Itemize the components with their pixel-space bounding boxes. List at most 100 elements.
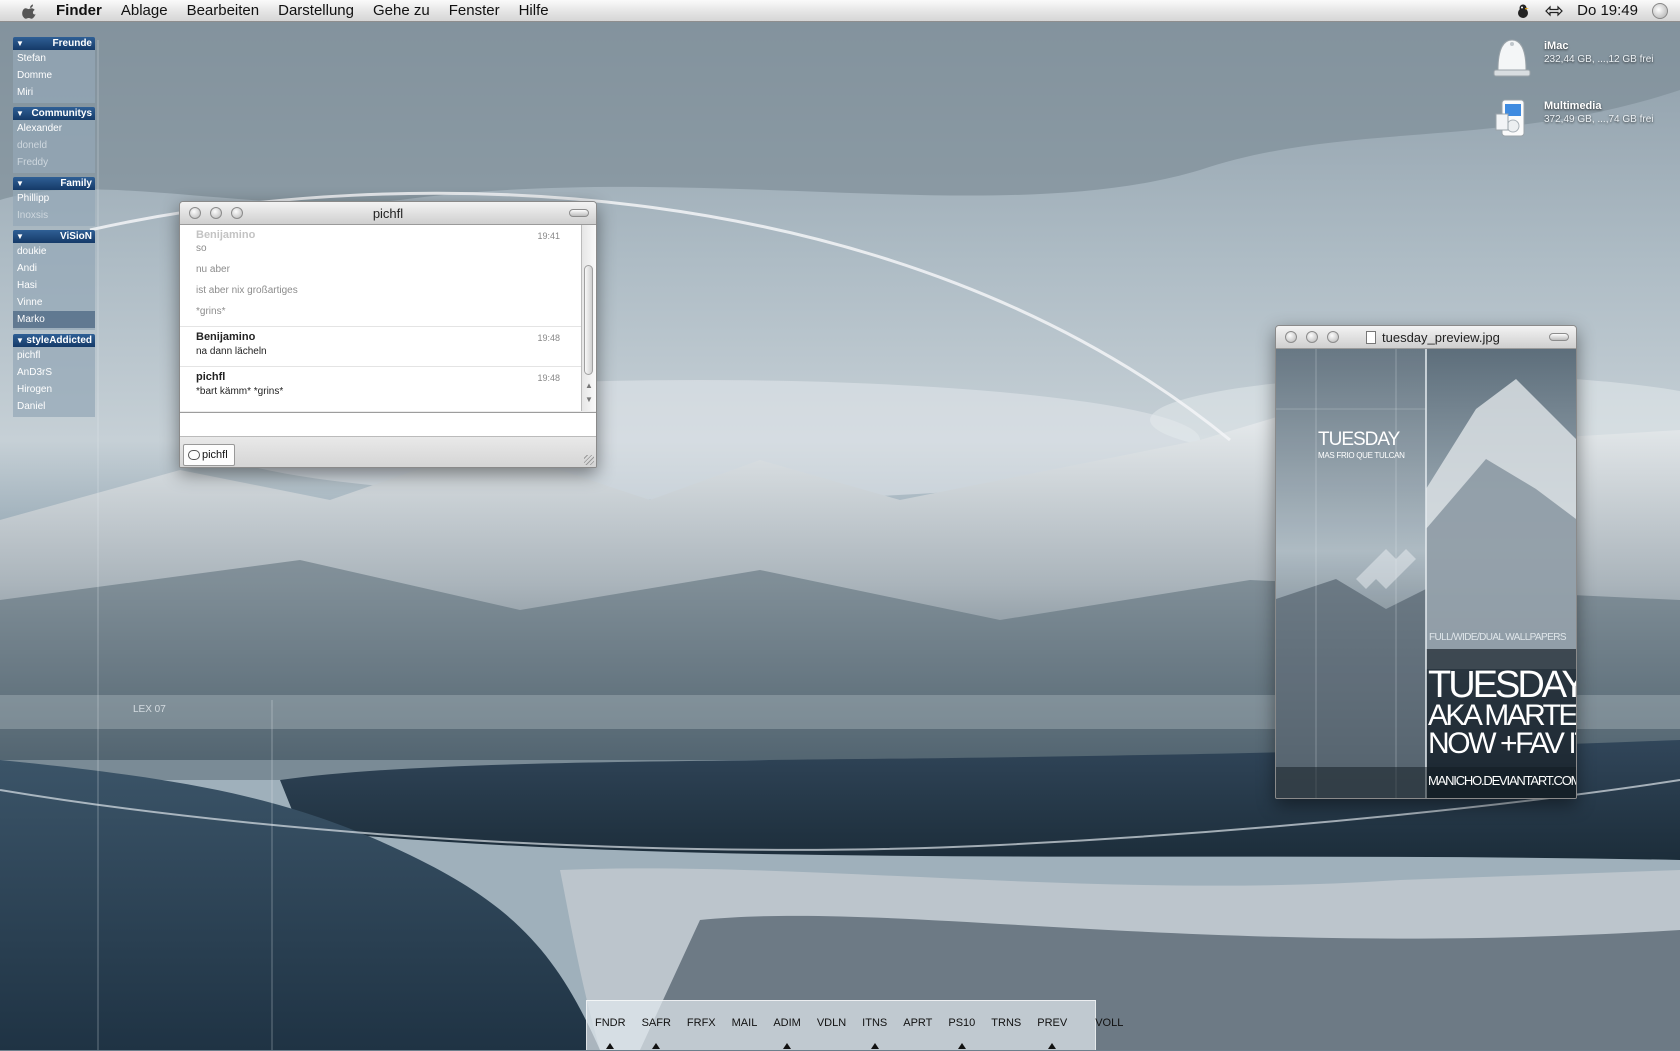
menu-gehe-zu[interactable]: Gehe zu bbox=[373, 2, 430, 19]
buddy-item[interactable]: Domme bbox=[13, 67, 95, 84]
running-indicator-icon bbox=[870, 1043, 879, 1049]
message-sender: pichfl bbox=[196, 371, 226, 383]
chat-tab-pichfl[interactable]: pichfl bbox=[183, 444, 235, 466]
message-sender: Benijamino bbox=[196, 229, 256, 241]
preview-window: tuesday_preview.jpg TUESDAY MAS FRIO QUE… bbox=[1275, 325, 1577, 799]
group-header[interactable]: ▼ styleAddicted bbox=[13, 334, 95, 347]
message-line: *grins* bbox=[196, 306, 226, 317]
chat-title: pichfl bbox=[372, 205, 404, 221]
message-block: pichfl 19:48 *bart kämm* *grins* bbox=[180, 367, 581, 406]
group-header[interactable]: ▼ ViSioN bbox=[13, 230, 95, 243]
menu-fenster[interactable]: Fenster bbox=[449, 2, 500, 19]
spotlight-icon[interactable] bbox=[1652, 2, 1668, 19]
running-indicator-icon bbox=[783, 1043, 792, 1049]
buddy-item[interactable]: Andi bbox=[13, 260, 95, 277]
buddy-item[interactable]: Hasi bbox=[13, 277, 95, 294]
dock-item-adium[interactable]: ADIM bbox=[765, 1017, 809, 1051]
dock-item-preview[interactable]: PREV bbox=[1029, 1017, 1075, 1051]
desktop-icon-multimedia[interactable]: Multimedia 372,49 GB, ...,74 GB frei bbox=[1488, 94, 1668, 144]
dock-item-finder[interactable]: FNDR bbox=[587, 1017, 634, 1051]
preview-titlebar[interactable]: tuesday_preview.jpg bbox=[1276, 326, 1576, 349]
resize-grip-icon[interactable] bbox=[584, 455, 594, 465]
preview-image[interactable]: TUESDAY MAS FRIO QUE TULCAN FULL/WIDE/DU… bbox=[1276, 349, 1576, 798]
message-input[interactable] bbox=[180, 412, 596, 437]
network-arrows-icon[interactable] bbox=[1545, 5, 1563, 17]
menu-hilfe[interactable]: Hilfe bbox=[519, 2, 549, 19]
preview-big-line-1: TUESDAY bbox=[1428, 664, 1577, 706]
buddy-item[interactable]: Stefan bbox=[13, 50, 95, 67]
zoom-button[interactable] bbox=[1327, 331, 1339, 343]
menu-bearbeiten[interactable]: Bearbeiten bbox=[187, 2, 260, 19]
dock-item-mail[interactable]: MAIL bbox=[724, 1017, 766, 1051]
buddy-item[interactable]: AnD3rS bbox=[13, 364, 95, 381]
desktop-icon-imac[interactable]: iMac 232,44 GB, ...,12 GB frei bbox=[1488, 34, 1668, 84]
toolbar-toggle-button[interactable] bbox=[569, 209, 589, 217]
desktop-icon-info: 232,44 GB, ...,12 GB frei bbox=[1544, 54, 1654, 65]
dock-item-aprt[interactable]: APRT bbox=[895, 1017, 940, 1051]
buddy-group-styleaddicted: ▼ styleAddicted pichfl AnD3rS Hirogen Dan… bbox=[13, 334, 95, 417]
message-line: *bart kämm* *grins* bbox=[196, 386, 284, 397]
dock-item-photoshop[interactable]: PS10 bbox=[940, 1017, 983, 1051]
running-indicator-icon bbox=[957, 1043, 966, 1049]
dock-item-itunes[interactable]: ITNS bbox=[854, 1017, 895, 1051]
group-header[interactable]: ▼ Freunde bbox=[13, 37, 95, 50]
buddy-item[interactable]: Miri bbox=[13, 84, 95, 101]
preview-tagline: FULL/WIDE/DUAL WALLPAPERS bbox=[1429, 632, 1566, 643]
buddy-item[interactable]: Alexander bbox=[13, 120, 95, 137]
apple-menu-icon[interactable] bbox=[22, 3, 38, 19]
disclosure-triangle-icon[interactable]: ▼ bbox=[16, 39, 24, 48]
zoom-button[interactable] bbox=[231, 207, 243, 219]
speech-bubble-icon bbox=[188, 450, 200, 460]
buddy-group-communitys: ▼ Communitys Alexander doneld Freddy bbox=[13, 107, 95, 173]
menu-finder[interactable]: Finder bbox=[56, 2, 102, 19]
buddy-item[interactable]: pichfl bbox=[13, 347, 95, 364]
adium-duck-icon[interactable] bbox=[1515, 3, 1531, 19]
buddy-item[interactable]: Vinne bbox=[13, 294, 95, 311]
chat-tab-label: pichfl bbox=[202, 449, 228, 461]
minimize-button[interactable] bbox=[1306, 331, 1318, 343]
buddy-item-selected[interactable]: Marko bbox=[13, 311, 95, 328]
chat-titlebar[interactable]: pichfl bbox=[180, 202, 596, 225]
preview-credit: MANICHO.DEVIANTART.COM bbox=[1428, 773, 1577, 788]
toolbar-toggle-button[interactable] bbox=[1549, 333, 1569, 341]
dock-item-trash[interactable]: VOLL bbox=[1087, 1017, 1131, 1051]
buddy-item[interactable]: Hirogen bbox=[13, 381, 95, 398]
scroll-up-arrow-icon[interactable]: ▲ bbox=[585, 381, 593, 390]
dock-item-vdln[interactable]: VDLN bbox=[809, 1017, 854, 1051]
dock-item-firefox[interactable]: FRFX bbox=[679, 1017, 724, 1051]
disclosure-triangle-icon[interactable]: ▼ bbox=[16, 232, 24, 241]
group-header[interactable]: ▼ Family bbox=[13, 177, 95, 190]
buddy-item[interactable]: Daniel bbox=[13, 398, 95, 415]
menubar-clock[interactable]: Do 19:49 bbox=[1577, 2, 1638, 19]
menu-bar: Finder Ablage Bearbeiten Darstellung Geh… bbox=[0, 0, 1680, 22]
ipod-drive-icon bbox=[1495, 99, 1525, 137]
dock-item-safari[interactable]: SAFR bbox=[634, 1017, 679, 1051]
chat-window: pichfl Benijamino 19:41 so nu aber ist a… bbox=[179, 201, 597, 468]
close-button[interactable] bbox=[1285, 331, 1297, 343]
group-header[interactable]: ▼ Communitys bbox=[13, 107, 95, 120]
buddy-item[interactable]: doukie bbox=[13, 243, 95, 260]
scrollbar-thumb[interactable] bbox=[584, 265, 593, 375]
buddy-list: ▼ Freunde Stefan Domme Miri ▼ Communitys A… bbox=[13, 37, 95, 421]
close-button[interactable] bbox=[189, 207, 201, 219]
chat-log[interactable]: Benijamino 19:41 so nu aber ist aber nix… bbox=[180, 225, 581, 411]
buddy-item[interactable]: Inoxsis bbox=[13, 207, 95, 224]
preview-small-title: TUESDAY bbox=[1318, 429, 1400, 450]
message-time: 19:48 bbox=[537, 373, 560, 383]
chat-tab-bar: pichfl bbox=[180, 437, 596, 467]
dock-item-transmit[interactable]: TRNS bbox=[983, 1017, 1029, 1051]
minimize-button[interactable] bbox=[210, 207, 222, 219]
disclosure-triangle-icon[interactable]: ▼ bbox=[16, 336, 24, 345]
buddy-item[interactable]: Phillipp bbox=[13, 190, 95, 207]
chat-scrollbar[interactable]: ▲ ▼ bbox=[581, 225, 596, 411]
dock: FNDR SAFR FRFX MAIL ADIM VDLN ITNS APRT … bbox=[586, 1000, 1123, 1051]
buddy-item[interactable]: Freddy bbox=[13, 154, 95, 171]
menu-darstellung[interactable]: Darstellung bbox=[278, 2, 354, 19]
message-sender: Benijamino bbox=[196, 331, 256, 343]
preview-small-subtitle: MAS FRIO QUE TULCAN bbox=[1318, 451, 1405, 460]
menu-ablage[interactable]: Ablage bbox=[121, 2, 168, 19]
buddy-item[interactable]: doneld bbox=[13, 137, 95, 154]
disclosure-triangle-icon[interactable]: ▼ bbox=[16, 109, 24, 118]
scroll-down-arrow-icon[interactable]: ▼ bbox=[585, 395, 593, 404]
disclosure-triangle-icon[interactable]: ▼ bbox=[16, 179, 24, 188]
